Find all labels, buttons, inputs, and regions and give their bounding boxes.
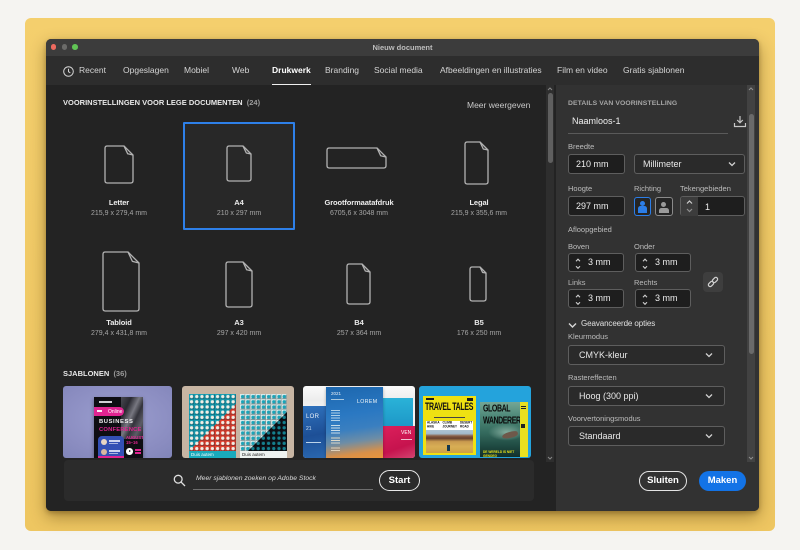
svg-text:Duis autem: Duis autem [242,452,265,457]
svg-text:Duis autem: Duis autem [191,452,214,457]
